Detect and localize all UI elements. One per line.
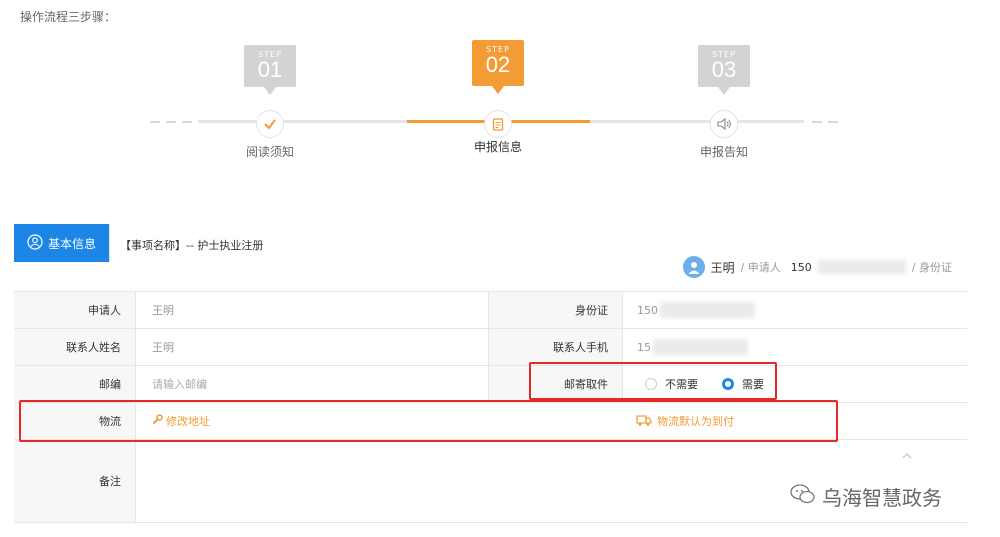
step-3-label: 申报告知 [699, 145, 748, 159]
label-id-card: 身份证 [488, 292, 622, 328]
step-line [590, 120, 804, 123]
table-row: 联系人姓名 王明 联系人手机 15 [14, 329, 967, 366]
document-icon [484, 110, 512, 138]
step-dash [812, 121, 822, 123]
label-applicant: 申请人 [14, 292, 135, 328]
label-remarks: 备注 [14, 440, 135, 522]
id-card-prefix: 150 [637, 303, 658, 317]
label-postcode: 邮编 [14, 366, 135, 402]
check-icon [256, 110, 284, 138]
step-1-badge: STEP 01 [244, 45, 296, 95]
step-dash [828, 121, 838, 123]
watermark-text: 乌海智慧政务 [822, 486, 942, 510]
step-2-badge: STEP 02 [472, 40, 524, 94]
applicant-phone: 150 [790, 260, 812, 274]
item-title: 【事项名称】-- 护士执业注册 [120, 239, 264, 252]
step-dash [166, 121, 176, 123]
step-2-word: STEP [486, 45, 510, 54]
applicant-value: 王明 [135, 292, 488, 328]
step-line [198, 120, 407, 123]
postcode-input[interactable]: 请输入邮编 [135, 366, 488, 402]
table-row: 邮编 请输入邮编 邮寄取件 不需要 需要 [14, 366, 967, 403]
step-3-number: 03 [711, 57, 737, 82]
redacted-id [660, 302, 755, 318]
avatar [682, 256, 705, 278]
applicant-role: / 申请人 [740, 261, 781, 274]
label-contact-phone: 联系人手机 [488, 329, 622, 365]
step-1-word: STEP [258, 50, 282, 59]
contact-phone-value: 15 [622, 329, 967, 365]
user-circle-icon [27, 233, 43, 253]
step-2-number: 02 [485, 52, 511, 77]
contact-name-value: 王明 [135, 329, 488, 365]
step-1-label: 阅读须知 [245, 145, 294, 159]
step-dash [182, 121, 192, 123]
postcode-placeholder: 请输入邮编 [152, 378, 207, 391]
applicant-id-label: / 身份证 [911, 261, 952, 274]
step-3-badge: STEP 03 [698, 45, 750, 95]
step-3-word: STEP [712, 50, 736, 59]
redacted-phone [817, 260, 906, 274]
label-contact-name: 联系人姓名 [14, 329, 135, 365]
tab-basic-info[interactable]: 基本信息 [14, 224, 109, 262]
step-dash [150, 121, 160, 123]
contact-phone-prefix: 15 [637, 340, 651, 354]
applicant-name: 王明 [710, 260, 735, 275]
highlight-mail-pickup [529, 362, 777, 400]
tab-basic-info-label: 基本信息 [47, 236, 96, 251]
watermark: 乌海智慧政务 [790, 482, 942, 511]
step-1-number: 01 [257, 57, 283, 82]
tab-divider [109, 224, 110, 262]
highlight-logistics [19, 400, 838, 442]
speaker-icon [710, 110, 738, 138]
step-2-label: 申报信息 [473, 140, 522, 154]
table-row: 申请人 王明 身份证 150 [14, 292, 967, 329]
redacted-phone-2 [653, 339, 748, 355]
wechat-icon [790, 483, 816, 510]
id-card-value: 150 [622, 292, 967, 328]
applicant-summary: 王明 / 申请人 150 / 身份证 [682, 256, 952, 278]
process-intro: 操作流程三步骤： [20, 10, 117, 24]
scroll-up-icon[interactable] [902, 449, 912, 463]
